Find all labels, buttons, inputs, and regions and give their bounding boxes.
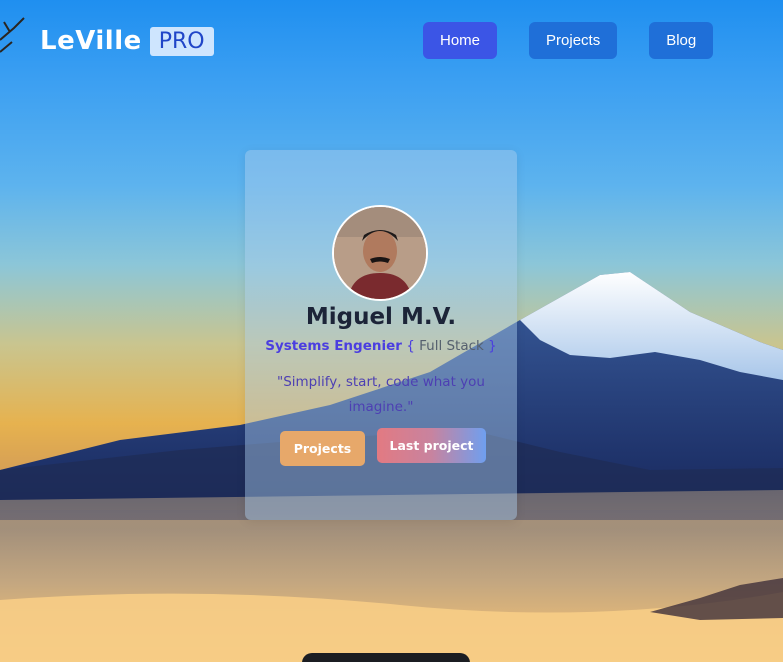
brand-badge: PRO <box>149 26 214 56</box>
nav-projects-button[interactable]: Projects <box>529 22 618 59</box>
profile-name: Miguel M.V. <box>305 304 457 330</box>
role-close-brace: } <box>488 338 497 354</box>
avatar <box>332 205 428 301</box>
last-project-button[interactable]: Last project <box>377 428 486 463</box>
role-stack: Full Stack <box>419 338 484 354</box>
nav-blog-button[interactable]: Blog <box>649 22 714 59</box>
avatar-image <box>334 207 426 299</box>
profile-role: Systems Engenier { Full Stack } <box>245 338 517 354</box>
role-title: Systems Engenier <box>265 338 402 354</box>
nav-home-button[interactable]: Home <box>423 22 498 59</box>
projects-button[interactable]: Projects <box>280 431 365 466</box>
profile-card: Miguel M.V. Systems Engenier { Full Stac… <box>245 150 517 520</box>
bottom-bar <box>302 653 470 662</box>
brand-name: LeVille <box>40 26 142 56</box>
role-open-brace: { <box>406 338 415 354</box>
main-nav: Home Projects Blog <box>423 22 745 59</box>
brand-logo[interactable]: LeVille PRO <box>40 26 214 56</box>
profile-quote: "Simplify, start, code what you imagine.… <box>277 374 485 415</box>
page-background: LeVille PRO Home Projects Blog Miguel M.… <box>0 0 783 662</box>
